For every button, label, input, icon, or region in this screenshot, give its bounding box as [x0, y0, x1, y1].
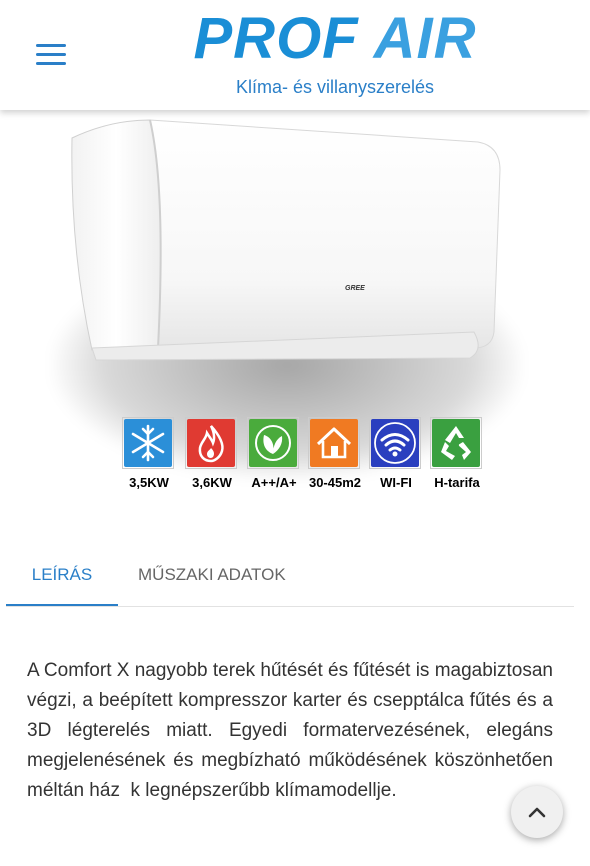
- feature-energy: A++/A+: [247, 417, 301, 490]
- feature-tariff: H H-tarifa: [430, 417, 484, 490]
- tab-description[interactable]: LEÍRÁS: [6, 552, 118, 606]
- brand-part1: PROF: [193, 6, 359, 71]
- product-image: GREE 3,5KW 3,6KW A++/A+ 30-45m2 WI-FI H …: [0, 110, 590, 510]
- feature-heating: 3,6KW: [185, 417, 239, 490]
- wifi-icon: [369, 417, 421, 469]
- product-tabs: LEÍRÁS MŰSZAKI ADATOK: [6, 552, 574, 607]
- brand-logo[interactable]: PROF AIR: [0, 4, 590, 74]
- scroll-to-top-button[interactable]: [511, 786, 563, 838]
- tab-label: MŰSZAKI ADATOK: [138, 565, 286, 584]
- brand-part2: AIR: [373, 6, 477, 71]
- tab-technical-data[interactable]: MŰSZAKI ADATOK: [138, 552, 308, 604]
- unit-brand-label: GREE: [345, 285, 365, 292]
- feature-wifi: WI-FI: [369, 417, 423, 490]
- svg-text:H: H: [452, 441, 460, 452]
- brand-tagline: Klíma- és villanyszerelés: [235, 77, 435, 97]
- leaves-icon: [247, 417, 299, 469]
- feature-cooling: 3,5KW: [122, 417, 176, 490]
- feature-icons: 3,5KW 3,6KW A++/A+ 30-45m2 WI-FI H H-tar…: [122, 417, 492, 497]
- house-icon: [308, 417, 360, 469]
- feature-area: 30-45m2: [308, 417, 362, 490]
- tab-label: LEÍRÁS: [31, 565, 93, 584]
- recycle-icon: H: [430, 417, 482, 469]
- snowflake-icon: [122, 417, 174, 469]
- product-description: A Comfort X nagyobb terek hűtését és fűt…: [27, 660, 553, 801]
- feature-label: H-tarifa: [434, 475, 480, 490]
- chevron-up-icon: [528, 807, 546, 818]
- site-header: PROF AIR Klíma- és villanyszerelés: [0, 0, 590, 110]
- flame-icon: [185, 417, 237, 469]
